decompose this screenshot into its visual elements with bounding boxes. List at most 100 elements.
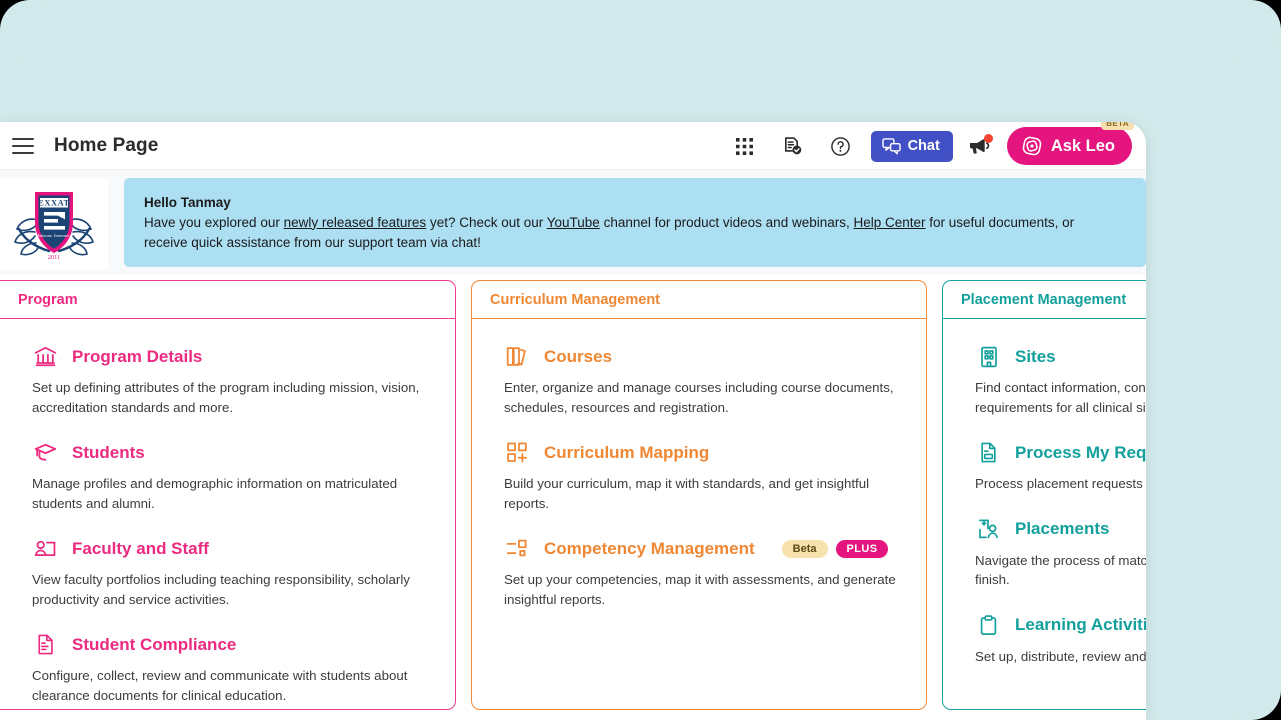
youtube-link[interactable]: YouTube: [547, 215, 600, 230]
module-title: Placements: [1015, 519, 1110, 538]
card-curriculum-title: Curriculum Management: [472, 281, 926, 319]
badge-plus: PLUS: [835, 539, 889, 558]
module-item: Placements Navigate the process of match…: [975, 516, 1146, 590]
chat-button[interactable]: Chat: [870, 130, 953, 162]
corner-mask-top-right: [1221, 0, 1281, 60]
module-item: Student Compliance Configure, collect, r…: [32, 631, 435, 705]
card-program: Program Program Details Set up defining …: [0, 280, 456, 710]
card-placement-title: Placement Management: [943, 281, 1146, 319]
module-title: Program Details: [72, 346, 203, 366]
module-title: Students: [72, 442, 145, 462]
chat-button-label: Chat: [907, 138, 940, 154]
module-item: Learning Activities Set up, distribute, …: [975, 612, 1146, 667]
module-item: Program Details Set up defining attribut…: [32, 343, 435, 417]
request-document-icon: [975, 439, 1002, 466]
link-curriculum-mapping[interactable]: Curriculum Mapping: [504, 439, 906, 466]
module-title: Process My Requests: [1015, 442, 1146, 462]
link-student-compliance[interactable]: Student Compliance: [32, 631, 435, 658]
card-placement-management: Placement Management Sites Find contact …: [942, 280, 1146, 710]
greeting-line2: assistance from our support team via cha…: [226, 234, 481, 250]
link-competency-management[interactable]: Competency Management Beta PLUS: [504, 535, 906, 562]
svg-text:EXXAT: EXXAT: [38, 199, 70, 208]
chat-bubbles-icon: [881, 137, 901, 155]
grid-plus-icon: [504, 439, 531, 466]
module-title: Curriculum Mapping: [544, 442, 710, 462]
hamburger-menu-icon[interactable]: [12, 137, 34, 154]
link-program-details[interactable]: Program Details: [32, 343, 435, 370]
module-title: Learning Activities: [1015, 615, 1146, 634]
competency-bars-icon: [504, 535, 531, 562]
greeting-banner: Hello Tanmay Have you explored our newly…: [124, 178, 1146, 267]
module-item: Sites Find contact information, contract…: [975, 343, 1146, 417]
app-header: Home Page Chat Ask Leo BETA: [0, 122, 1146, 170]
module-desc: Set up, distribute, review and grade lea…: [975, 648, 1146, 664]
help-center-link[interactable]: Help Center: [853, 215, 925, 230]
module-title: Courses: [544, 346, 613, 366]
newly-released-features-link[interactable]: newly released features: [284, 215, 427, 230]
header-actions: Chat Ask Leo BETA: [721, 122, 1134, 170]
document-check-icon[interactable]: [776, 129, 810, 163]
question-circle-icon[interactable]: [824, 129, 858, 163]
module-desc: Set up your competencies, map it with as…: [504, 572, 896, 607]
greeting-title: Hello Tanmay: [144, 194, 231, 210]
card-curriculum-management: Curriculum Management Courses Enter, org…: [471, 280, 927, 710]
module-item: Faculty and Staff View faculty portfolio…: [32, 535, 435, 609]
notification-dot: [983, 134, 993, 143]
module-title: Student Compliance: [72, 634, 237, 654]
module-item: Courses Enter, organize and manage cours…: [504, 343, 906, 417]
card-placement-body: Sites Find contact information, contract…: [943, 319, 1146, 688]
module-desc: Process placement requests submitted by …: [975, 476, 1146, 491]
module-desc: Navigate the process of matching student…: [975, 552, 1146, 588]
document-lines-icon: [32, 631, 59, 658]
link-faculty-and-staff[interactable]: Faculty and Staff: [32, 535, 435, 562]
module-desc: Manage profiles and demographic informat…: [32, 476, 398, 511]
greeting-body: Have you explored our newly released fea…: [144, 213, 1104, 253]
module-desc: View faculty portfolios including teachi…: [32, 572, 410, 607]
module-item: Process My Requests Process placement re…: [975, 439, 1146, 494]
module-badges: Beta PLUS: [781, 539, 889, 558]
link-students[interactable]: Students: [32, 439, 435, 466]
page-title: Home Page: [54, 134, 159, 156]
module-title: Sites: [1015, 346, 1056, 366]
module-cards-row: Program Program Details Set up defining …: [0, 275, 1146, 710]
svg-text:Educate. Innovate.: Educate. Innovate.: [36, 233, 70, 238]
module-title: Competency Management: [544, 538, 755, 558]
greeting-row: EXXAT Educate. Innovate. 2011 Hello Tanm…: [0, 170, 1146, 275]
ask-leo-wrapper: Ask Leo BETA: [1006, 122, 1134, 165]
building-icon: [975, 343, 1002, 370]
module-item: Competency Management Beta PLUS Set up y…: [504, 535, 906, 609]
module-title: Faculty and Staff: [72, 538, 209, 558]
module-desc: Configure, collect, review and communica…: [32, 668, 408, 703]
svg-text:2011: 2011: [48, 254, 61, 261]
greeting-text-c: channel for product videos and webinars,: [599, 214, 854, 230]
card-program-body: Program Details Set up defining attribut…: [0, 319, 455, 709]
placement-person-icon: [975, 516, 1002, 543]
ask-leo-button[interactable]: Ask Leo: [1006, 127, 1132, 165]
greeting-text-a: Have you explored our: [144, 214, 284, 230]
card-program-title: Program: [0, 281, 455, 319]
exxat-crest-logo: EXXAT Educate. Innovate. 2011: [0, 178, 108, 270]
module-desc: Find contact information, contract detai…: [975, 380, 1146, 415]
books-icon: [504, 343, 531, 370]
ask-leo-label: Ask Leo: [1050, 136, 1115, 155]
module-item: Students Manage profiles and demographic…: [32, 439, 435, 513]
person-card-icon: [32, 535, 59, 562]
announcement-button[interactable]: [967, 134, 993, 157]
link-placements[interactable]: Placements: [975, 516, 1146, 543]
beta-badge: BETA: [1101, 122, 1134, 130]
link-sites[interactable]: Sites: [975, 343, 1146, 370]
bank-columns-icon: [32, 343, 59, 370]
module-desc: Enter, organize and manage courses inclu…: [504, 380, 894, 415]
link-process-my-requests[interactable]: Process My Requests: [975, 439, 1146, 466]
badge-beta: Beta: [781, 539, 828, 558]
graduation-cap-icon: [32, 439, 59, 466]
module-desc: Build your curriculum, map it with stand…: [504, 476, 870, 511]
corner-mask-bottom-right: [1221, 660, 1281, 720]
module-desc: Set up defining attributes of the progra…: [32, 380, 420, 415]
corner-mask-top-left: [0, 0, 60, 60]
clipboard-icon: [975, 612, 1002, 639]
link-courses[interactable]: Courses: [504, 343, 906, 370]
link-learning-activities[interactable]: Learning Activities: [975, 612, 1146, 639]
leo-swirl-icon: [1021, 135, 1043, 157]
apps-grid-icon[interactable]: [728, 129, 762, 163]
